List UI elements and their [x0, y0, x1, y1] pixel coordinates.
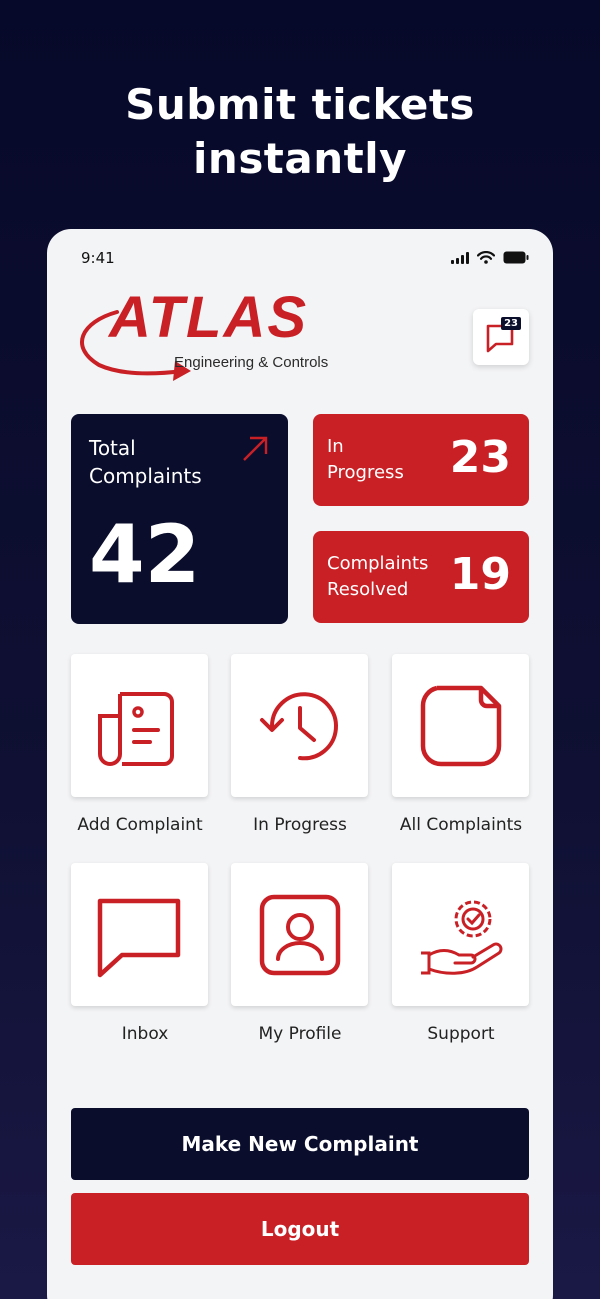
headline-line-2: instantly — [193, 134, 407, 183]
signal-icon — [451, 251, 469, 264]
resolved-label: Complaints Resolved — [327, 551, 428, 603]
document-icon — [97, 691, 174, 766]
in-progress-tile[interactable] — [231, 654, 368, 797]
total-complaints-value: 42 — [89, 508, 201, 601]
logo-brand: ATLAS — [109, 285, 309, 350]
logout-button[interactable]: Logout — [71, 1193, 529, 1265]
make-new-complaint-button[interactable]: Make New Complaint — [71, 1108, 529, 1180]
support-icon — [420, 900, 502, 975]
in-progress-card[interactable]: In Progress 23 — [313, 414, 529, 506]
status-bar: 9:41 — [81, 249, 529, 269]
total-complaints-label: Total Complaints — [89, 436, 202, 488]
in-progress-label-line-2: Progress — [327, 462, 404, 483]
atlas-logo: ATLAS Engineering & Controls — [71, 287, 361, 387]
in-progress-value: 23 — [449, 432, 511, 483]
wifi-icon — [477, 251, 495, 264]
resolved-label-line-2: Resolved — [327, 579, 409, 600]
resolved-value: 19 — [449, 549, 511, 600]
all-complaints-tile[interactable] — [392, 654, 529, 797]
total-complaints-card[interactable]: Total Complaints 42 — [71, 414, 288, 624]
inbox-label: Inbox — [121, 1024, 169, 1044]
add-complaint-tile[interactable] — [71, 654, 208, 797]
support-label: Support — [427, 1024, 495, 1044]
inbox-tile[interactable] — [71, 863, 208, 1006]
inbox-shortcut-button[interactable]: 23 — [473, 309, 529, 365]
my-profile-tile[interactable] — [231, 863, 368, 1006]
resolved-label-line-1: Complaints — [327, 553, 429, 574]
arrow-up-right-icon — [243, 436, 268, 461]
note-icon — [420, 685, 501, 766]
chat-icon — [97, 898, 180, 977]
in-progress-label-line-1: In — [327, 436, 344, 457]
status-icons — [451, 251, 529, 264]
all-complaints-label: All Complaints — [399, 815, 523, 835]
headline: Submit tickets instantly — [0, 78, 600, 186]
history-icon — [259, 691, 338, 760]
phone-screen: 9:41 ATLAS Engineering & Controls 23 Tot… — [47, 229, 553, 1299]
battery-icon — [503, 251, 529, 264]
add-complaint-label: Add Complaint — [77, 815, 203, 835]
in-progress-tile-label: In Progress — [253, 815, 347, 835]
inbox-badge: 23 — [501, 317, 521, 330]
profile-icon — [259, 894, 340, 975]
resolved-card[interactable]: Complaints Resolved 19 — [313, 531, 529, 623]
headline-line-1: Submit tickets — [125, 80, 475, 129]
support-tile[interactable] — [392, 863, 529, 1006]
status-time: 9:41 — [81, 249, 115, 267]
logo-tagline: Engineering & Controls — [174, 354, 329, 371]
my-profile-label: My Profile — [258, 1024, 342, 1044]
in-progress-label: In Progress — [327, 434, 404, 486]
